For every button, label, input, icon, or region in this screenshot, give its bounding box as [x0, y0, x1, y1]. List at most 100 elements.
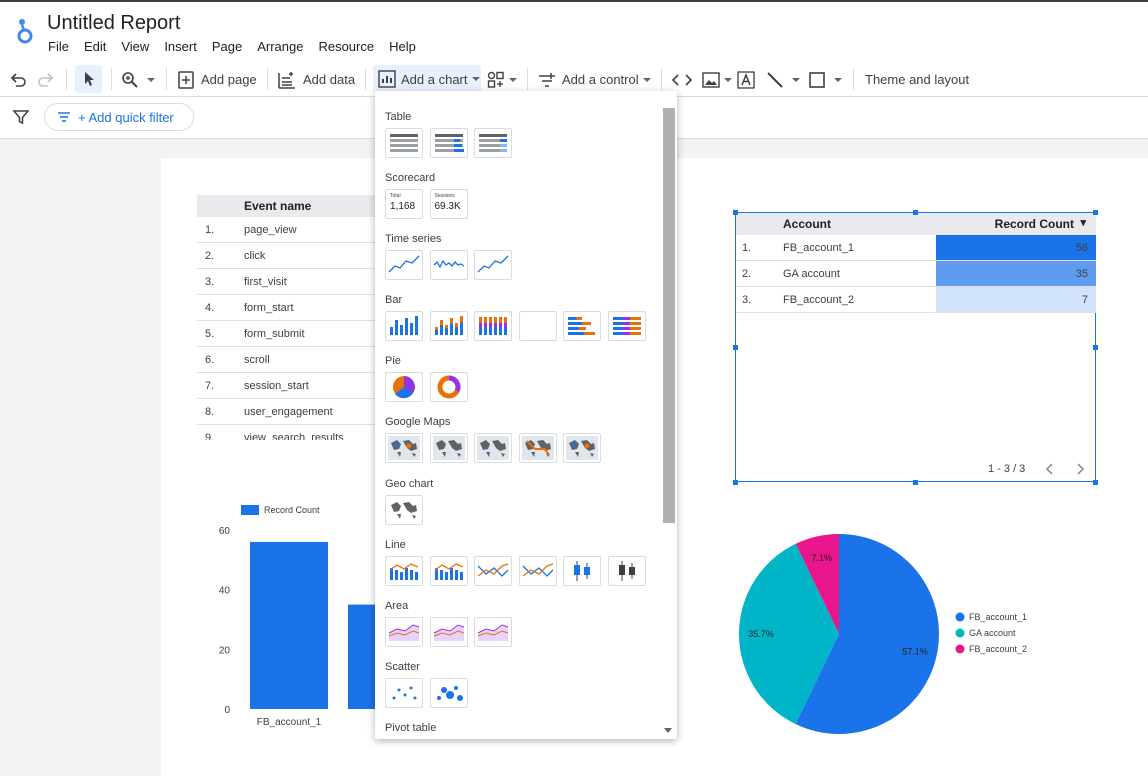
line-button[interactable]: [766, 62, 800, 97]
select-pointer-icon[interactable]: [75, 65, 102, 93]
add-page-button[interactable]: Add page: [178, 62, 257, 97]
table-bars-icon[interactable]: [429, 128, 468, 158]
menu-edit[interactable]: Edit: [84, 39, 106, 54]
toolbar-divider: [111, 68, 112, 90]
time-series-icon[interactable]: [385, 250, 423, 280]
resize-handle[interactable]: [1093, 210, 1098, 215]
count-cell: 56: [1075, 242, 1088, 254]
event-name-cell: form_submit: [244, 327, 305, 340]
bar[interactable]: [348, 604, 375, 709]
add-chart-button[interactable]: Add a chart: [373, 65, 481, 93]
menu-resource[interactable]: Resource: [318, 39, 374, 54]
stacked-combo-icon[interactable]: [429, 556, 468, 586]
donut-chart-icon[interactable]: [429, 372, 468, 402]
undo-icon[interactable]: [9, 62, 27, 97]
combo-map-icon[interactable]: [563, 433, 601, 463]
resize-handle[interactable]: [733, 210, 738, 215]
events-table[interactable]: Event name 1. page_view 2. click 3. first_v…: [197, 195, 377, 440]
chevron-right-icon[interactable]: [1075, 463, 1085, 475]
record-count-bar-chart[interactable]: Record Count6040200FB_account_1GA: [200, 495, 375, 735]
y-tick-label: 40: [219, 586, 231, 597]
menu-arrange[interactable]: Arrange: [257, 39, 303, 54]
zoom-button[interactable]: [121, 62, 155, 97]
scorecard-compact-icon[interactable]: Sessions 69.3K: [429, 189, 468, 219]
chevron-left-icon[interactable]: [1045, 463, 1055, 475]
stacked-column-icon[interactable]: [429, 311, 468, 341]
bar[interactable]: [250, 541, 328, 709]
filled-map-icon[interactable]: [429, 433, 468, 463]
table-heatmap-icon[interactable]: [474, 128, 512, 158]
scatter-chart-icon[interactable]: [385, 678, 423, 708]
count-bar: [936, 261, 1096, 286]
resize-handle[interactable]: [1093, 345, 1098, 350]
sparkline-icon[interactable]: [429, 250, 468, 280]
table-pagination: 1 - 3 / 3: [988, 463, 1085, 475]
table-plain-icon[interactable]: [385, 128, 423, 158]
area-chart-icon[interactable]: [385, 617, 423, 647]
looker-studio-logo-icon[interactable]: [14, 14, 36, 48]
menu-page[interactable]: Page: [212, 39, 242, 54]
heatmap-map-icon[interactable]: [474, 433, 512, 463]
bar-chart-icon[interactable]: [518, 311, 557, 341]
line-map-icon[interactable]: [518, 433, 557, 463]
chevron-down-icon: [642, 77, 651, 82]
stacked-area-icon[interactable]: [429, 617, 468, 647]
smoothed-time-series-icon[interactable]: [474, 250, 512, 280]
pie-chart-icon[interactable]: [385, 372, 423, 402]
text-box-icon[interactable]: [737, 62, 755, 97]
image-button[interactable]: [702, 62, 732, 97]
record-count-column-header[interactable]: Record Count: [995, 217, 1074, 231]
scorecard-total-icon[interactable]: Total 1,168: [385, 189, 423, 219]
smoothed-line-icon[interactable]: [518, 556, 557, 586]
menu-help[interactable]: Help: [389, 39, 416, 54]
combo-chart-icon[interactable]: [385, 556, 423, 586]
candlestick-filled-icon[interactable]: [607, 556, 646, 586]
resize-handle[interactable]: [733, 480, 738, 485]
y-tick-label: 60: [219, 526, 231, 537]
bubble-chart-icon[interactable]: [429, 678, 468, 708]
menu-view[interactable]: View: [121, 39, 149, 54]
chart-section-label: Line: [385, 539, 406, 551]
sort-desc-icon[interactable]: ▾: [1080, 216, 1086, 229]
count-cell: 7: [1081, 294, 1088, 306]
column-chart-icon[interactable]: [385, 311, 423, 341]
chevron-down-icon: [724, 77, 732, 82]
add-quick-filter-button[interactable]: + Add quick filter: [44, 103, 194, 131]
theme-and-layout-button[interactable]: Theme and layout: [865, 62, 969, 97]
chart-section-label: Scorecard: [385, 172, 436, 184]
event-name-column-header[interactable]: Event name: [244, 199, 311, 213]
toolbar-divider: [267, 68, 268, 90]
add-data-button[interactable]: Add data: [278, 62, 355, 97]
100-stacked-bar-icon[interactable]: [607, 311, 646, 341]
redo-icon[interactable]: [37, 62, 55, 97]
add-page-label: Add page: [201, 72, 257, 87]
event-name-cell: scroll: [244, 353, 270, 366]
account-table[interactable]: Account Record Count ▾ 1. FB_account_1 5…: [735, 212, 1096, 482]
resize-handle[interactable]: [1093, 480, 1098, 485]
menu-scrollbar[interactable]: [663, 108, 675, 523]
bubble-map-icon[interactable]: [385, 433, 423, 463]
filter-icon[interactable]: [12, 108, 30, 126]
account-column-header[interactable]: Account: [783, 217, 831, 231]
candlestick-icon[interactable]: [563, 556, 601, 586]
resize-handle[interactable]: [913, 210, 918, 215]
resize-handle[interactable]: [913, 480, 918, 485]
menu-file[interactable]: File: [48, 39, 69, 54]
100-stacked-area-icon[interactable]: [474, 617, 512, 647]
chart-section-label: Time series: [385, 233, 442, 245]
line-chart-icon[interactable]: [474, 556, 512, 586]
legend-label: FB_account_1: [969, 612, 1027, 622]
chart-section-label: Geo chart: [385, 478, 434, 490]
stacked-bar-icon[interactable]: [563, 311, 601, 341]
menu-insert[interactable]: Insert: [164, 39, 197, 54]
row-index: 7.: [205, 379, 215, 392]
row-index: 6.: [205, 353, 215, 366]
account-pie-chart[interactable]: 57.1% 35.7% 7.1% FB_account_1 GA account FB_a…: [735, 530, 1065, 740]
report-title[interactable]: Untitled Report: [47, 12, 180, 35]
toolbar-divider: [365, 68, 366, 90]
resize-handle[interactable]: [733, 345, 738, 350]
geo-chart-icon[interactable]: [385, 495, 423, 525]
scroll-down-arrow-icon[interactable]: [664, 728, 672, 733]
shape-button[interactable]: [808, 62, 842, 97]
100-stacked-column-icon[interactable]: [474, 311, 512, 341]
